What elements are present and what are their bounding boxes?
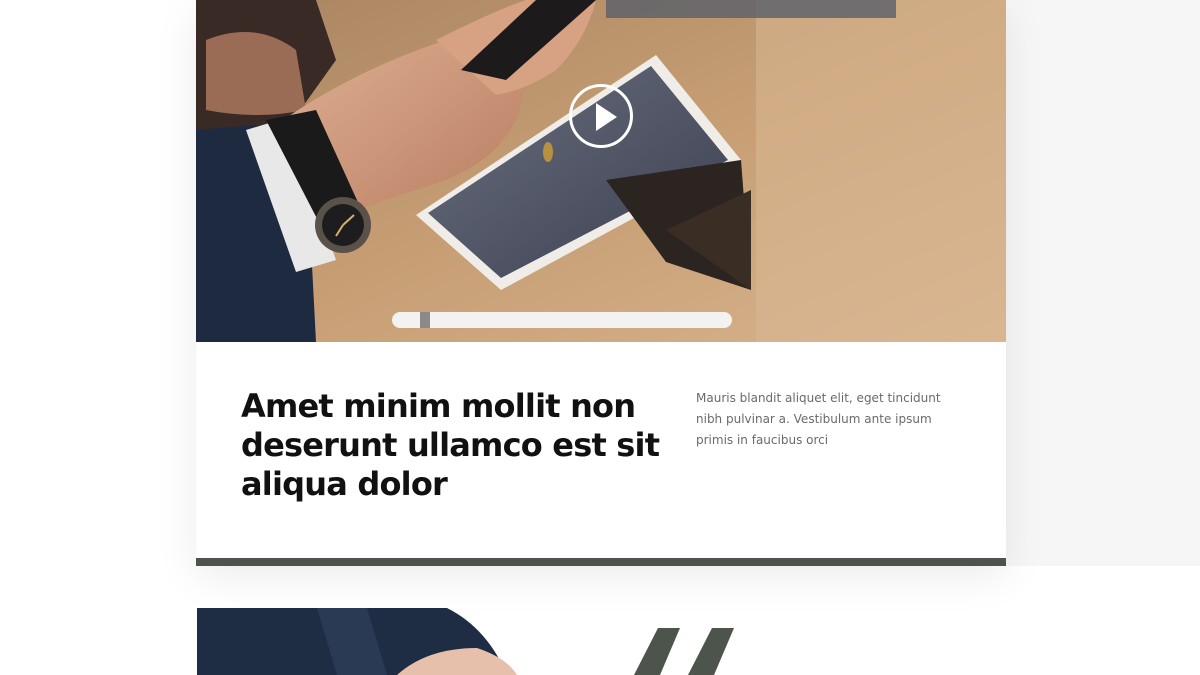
play-button[interactable] — [569, 84, 633, 148]
feature-text-area: Amet minim mollit non deserunt ullamco e… — [196, 342, 1006, 558]
testimonial-photo — [197, 608, 527, 675]
play-icon — [596, 103, 617, 131]
quote-mark-icon — [634, 628, 744, 675]
feature-description: Mauris blandit aliquet elit, eget tincid… — [696, 391, 941, 447]
accent-divider — [196, 558, 1006, 566]
hero-photo — [196, 0, 1006, 342]
feature-card: Amet minim mollit non deserunt ullamco e… — [196, 0, 1006, 566]
feature-headline: Amet minim mollit non deserunt ullamco e… — [241, 387, 660, 503]
page: Amet minim mollit non deserunt ullamco e… — [0, 0, 1200, 675]
video-thumbnail[interactable] — [196, 0, 1006, 342]
right-background-band — [1006, 0, 1200, 566]
